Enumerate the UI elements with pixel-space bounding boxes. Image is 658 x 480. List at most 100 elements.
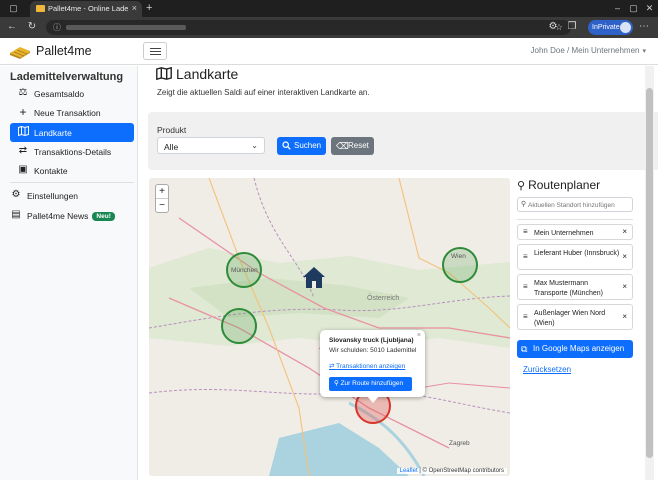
close-window-icon[interactable]: ✕ (644, 3, 655, 14)
add-to-route-label: Zur Route hinzufügen (340, 380, 404, 387)
drag-handle-icon[interactable]: ≡ (523, 282, 528, 292)
chevron-down-icon: ▾ (642, 48, 646, 55)
reset-route-link[interactable]: Zurücksetzen (523, 365, 571, 374)
show-transactions-link[interactable]: ⇄ Transaktionen anzeigen (329, 362, 405, 370)
hamburger-line (150, 51, 161, 52)
popup-tail (367, 396, 379, 403)
user-menu[interactable]: John Doe / Mein Unternehmen ▾ (531, 46, 646, 55)
sidebar-divider (10, 182, 134, 183)
sidebar-item-einstellungen[interactable]: ⚙ Einstellungen (3, 186, 127, 205)
sidebar-heading: Lademittelverwaltung (10, 71, 124, 83)
popup-balance-text: Wir schulden: 5010 Lademittel (329, 347, 417, 354)
sidebar-item-gesamtsaldo[interactable]: ⚖ Gesamtsaldo (10, 84, 134, 103)
zoom-out-button[interactable]: − (156, 199, 168, 213)
remove-stop-icon[interactable]: × (622, 227, 627, 237)
new-tab-button[interactable]: + (146, 2, 152, 14)
drag-handle-icon[interactable]: ≡ (523, 312, 528, 322)
eraser-icon: ⌫ (336, 141, 349, 151)
positive-balance-marker-innsbruck (221, 308, 257, 344)
route-planner-title-text: Routenplaner (528, 178, 601, 192)
scrollbar-thumb[interactable] (646, 88, 653, 458)
chevron-down-icon: ⌄ (251, 141, 258, 150)
window-menu-icon[interactable]: ▢ (8, 3, 19, 14)
sidebar-item-label: Gesamtsaldo (34, 89, 85, 99)
brand-name[interactable]: Pallet4me (36, 44, 92, 58)
interactive-map[interactable]: München Wien Österreich Zagreb + − × Slo… (149, 178, 510, 476)
product-select[interactable]: Alle ⌄ (157, 137, 265, 154)
extensions-icon[interactable]: ⚙ (547, 21, 559, 32)
sidebar-item-label: Kontakte (34, 166, 68, 176)
sidebar: Lademittelverwaltung ⚖ Gesamtsaldo + Neu… (0, 66, 138, 480)
google-maps-button[interactable]: ⧉ In Google Maps anzeigen (517, 340, 633, 358)
sidebar-item-news[interactable]: ▤ Pallet4me News Neu! (3, 206, 127, 225)
maximize-icon[interactable]: ▢ (628, 3, 639, 14)
tab-close-icon[interactable]: × (132, 3, 137, 13)
planner-divider (517, 219, 633, 220)
sidebar-item-neue-transaktion[interactable]: + Neue Transaktion (10, 103, 134, 122)
route-stop[interactable]: ≡ Max Mustermann Transporte (München) × (517, 274, 633, 300)
site-info-icon[interactable]: ⓘ (53, 22, 61, 33)
gears-icon: ⚙ (11, 189, 21, 200)
url-field[interactable]: ⓘ ☆ (46, 20, 571, 35)
popup-close-button[interactable]: × (417, 332, 421, 339)
sidebar-item-label: Transaktions-Details (34, 147, 112, 157)
page-scrollbar[interactable] (645, 66, 654, 480)
current-location-field[interactable]: ⚲ (517, 197, 633, 212)
inprivate-badge[interactable]: InPrivate (588, 20, 633, 35)
user-menu-label: John Doe / Mein Unternehmen (530, 46, 640, 55)
map-popup: × Slovansky truck (Ljubljana) Wir schuld… (320, 330, 425, 403)
pallet-favicon-icon (36, 5, 45, 12)
remove-stop-icon[interactable]: × (622, 252, 627, 262)
map-label-wien: Wien (451, 253, 466, 260)
hamburger-menu-button[interactable] (143, 42, 167, 60)
app-window: Pallet4me John Doe / Mein Unternehmen ▾ L… (0, 38, 658, 480)
url-text-redacted (66, 25, 186, 30)
page-title-text: Landkarte (176, 66, 239, 82)
sidebar-item-kontakte[interactable]: ▣ Kontakte (10, 161, 134, 180)
page-subtitle: Zeigt die aktuellen Saldi auf einer inte… (157, 88, 370, 97)
google-maps-button-label: In Google Maps anzeigen (533, 344, 625, 353)
remove-stop-icon[interactable]: × (622, 282, 627, 292)
plus-icon: + (19, 105, 27, 119)
minimize-icon[interactable]: – (612, 3, 623, 14)
browser-tab[interactable]: Pallet4me - Online Lademitt × (30, 1, 142, 17)
reload-icon[interactable]: ↻ (26, 21, 38, 32)
osm-attribution: | © OpenStreetMap contributors (417, 468, 504, 474)
sidebar-item-label: Pallet4me News Neu! (27, 211, 115, 221)
location-pin-icon: ⚲ (521, 201, 527, 208)
collections-icon[interactable]: ❐ (566, 21, 578, 32)
browser-tabbar: ▢ Pallet4me - Online Lademitt × + – ▢ ✕ (0, 0, 658, 17)
reset-button[interactable]: ⌫ Reset (331, 137, 374, 155)
drag-handle-icon[interactable]: ≡ (523, 227, 528, 237)
current-location-input[interactable] (528, 200, 632, 210)
route-stop-label: Lieferant Huber (Innsbruck) (534, 250, 620, 257)
browser-menu-icon[interactable]: ⋯ (638, 21, 650, 32)
search-button[interactable]: Suchen (277, 137, 326, 155)
sidebar-item-label: Landkarte (34, 128, 72, 138)
map-tiles[interactable] (149, 178, 510, 476)
add-to-route-button[interactable]: ⚲ Zur Route hinzufügen (329, 377, 412, 391)
profile-avatar-icon (620, 22, 631, 33)
route-stop[interactable]: ≡ Mein Unternehmen × (517, 224, 633, 240)
newspaper-icon: ▤ (11, 209, 21, 220)
map-icon (17, 125, 29, 138)
route-stop[interactable]: ≡ Außenlager Wien Nord (Wien) × (517, 304, 633, 330)
sidebar-item-transaktions-details[interactable]: ⇄ Transaktions-Details (10, 142, 134, 161)
zoom-control: + − (155, 184, 169, 213)
sidebar-item-landkarte[interactable]: Landkarte (10, 123, 134, 142)
popup-title: Slovansky truck (Ljubljana) (329, 337, 414, 344)
back-icon[interactable]: ← (6, 21, 18, 32)
zoom-in-button[interactable]: + (156, 185, 168, 199)
route-stop[interactable]: ≡ Lieferant Huber (Innsbruck) × (517, 244, 633, 270)
remove-stop-icon[interactable]: × (622, 312, 627, 322)
tab-title: Pallet4me - Online Lademitt (48, 4, 128, 13)
drag-handle-icon[interactable]: ≡ (523, 252, 528, 262)
map-label-muenchen: München (231, 267, 258, 274)
page-title: Landkarte (156, 66, 238, 82)
route-stop-label: Mein Unternehmen (534, 230, 594, 237)
map-label-oesterreich: Österreich (367, 295, 400, 302)
top-navbar: Pallet4me John Doe / Mein Unternehmen ▾ (0, 38, 658, 65)
show-transactions-label: Transaktionen anzeigen (336, 363, 406, 370)
leaflet-link[interactable]: Leaflet (400, 468, 418, 474)
main-content: Landkarte Zeigt die aktuellen Saldi auf … (148, 66, 658, 480)
